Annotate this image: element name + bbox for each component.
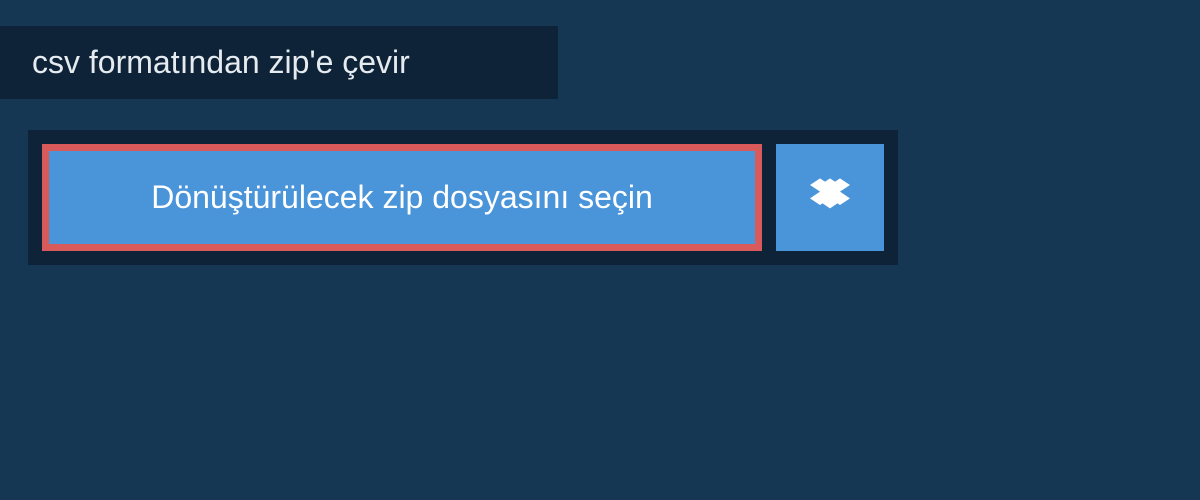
upload-panel: Dönüştürülecek zip dosyasını seçin: [28, 130, 898, 265]
dropbox-icon: [810, 175, 850, 220]
select-file-label: Dönüştürülecek zip dosyasını seçin: [151, 179, 653, 216]
header-tab: csv formatından zip'e çevir: [0, 26, 558, 99]
select-file-button[interactable]: Dönüştürülecek zip dosyasını seçin: [42, 144, 762, 251]
page-title: csv formatından zip'e çevir: [32, 44, 526, 81]
dropbox-button[interactable]: [776, 144, 884, 251]
